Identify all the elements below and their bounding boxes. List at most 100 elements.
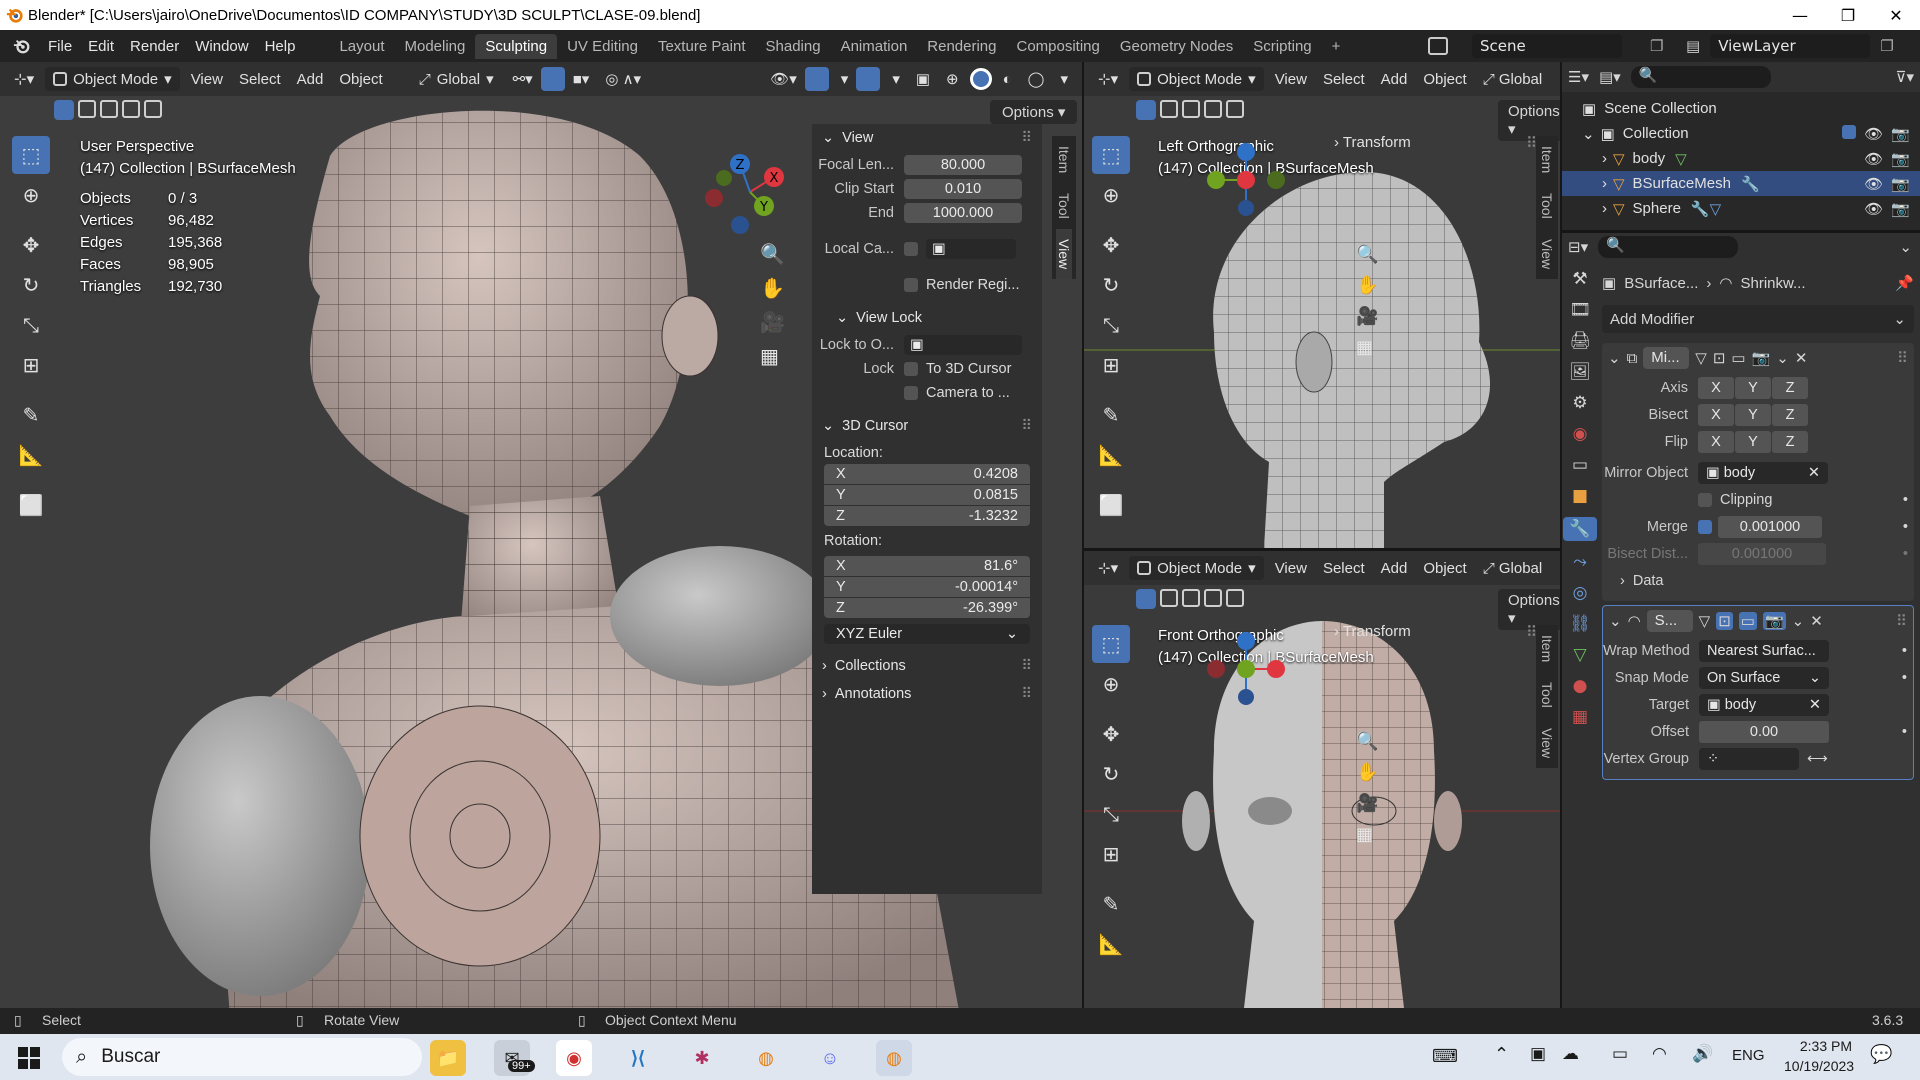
front-mode-dropdown[interactable]: Object Mode ▾ <box>1129 556 1264 580</box>
mirror-axis-y[interactable]: Y <box>1735 376 1771 399</box>
keyboard-icon[interactable]: ⌨ <box>1432 1046 1458 1067</box>
left-move-tool-icon[interactable]: ✥ <box>1092 226 1130 264</box>
front-ortho-viewport[interactable]: ⊹▾ Object Mode ▾ View Select Add Object … <box>1084 551 1560 1008</box>
left-scale-tool-icon[interactable]: ⤡ <box>1092 306 1130 344</box>
mirror-viewport-icon[interactable]: ▭ <box>1731 349 1745 367</box>
shrinkwrap-remove-icon[interactable]: ✕ <box>1810 612 1823 630</box>
rotation-mode-dropdown[interactable]: XYZ Euler ⌄ <box>824 624 1030 644</box>
mirror-cage-icon[interactable]: ⊡ <box>1713 349 1726 367</box>
front-select-extend-icon[interactable] <box>1160 589 1178 607</box>
scene-name[interactable]: Scene <box>1472 33 1622 58</box>
particles-properties-icon[interactable]: ⤳ <box>1573 552 1587 572</box>
menu-edit[interactable]: Edit <box>80 38 122 55</box>
notifications-icon[interactable]: 💬 <box>1870 1044 1892 1065</box>
select-invert-icon[interactable] <box>144 100 162 118</box>
physics-properties-icon[interactable]: ◎ <box>1573 583 1588 603</box>
front-menu-object[interactable]: Object <box>1415 557 1474 580</box>
front-select-intersect-icon[interactable] <box>1204 589 1222 607</box>
texture-properties-icon[interactable]: ▦ <box>1572 707 1588 727</box>
new-scene-icon[interactable]: ❐ <box>1650 37 1663 55</box>
left-select-invert-icon[interactable] <box>1226 100 1244 118</box>
view-layer-selector[interactable]: ▤ ViewLayer ❐ <box>1686 32 1916 59</box>
xray-icon[interactable]: ▣ <box>908 67 938 91</box>
options-dropdown[interactable]: Options ▾ <box>990 100 1078 124</box>
tab-rendering[interactable]: Rendering <box>917 34 1006 59</box>
shrinkwrap-cage-icon[interactable]: ⊡ <box>1716 612 1733 630</box>
render-properties-icon[interactable]: 🎞 <box>1569 300 1591 320</box>
left-menu-view[interactable]: View <box>1267 68 1315 91</box>
outliner-editor-type-icon[interactable]: ☰▾ <box>1568 68 1589 86</box>
windows-start-icon[interactable] <box>18 1047 40 1069</box>
front-move-tool-icon[interactable]: ✥ <box>1092 715 1130 753</box>
shrinkwrap-viewport-icon[interactable]: ▭ <box>1738 612 1757 630</box>
front-navigation-gizmo[interactable] <box>1196 629 1296 719</box>
battery-icon[interactable]: ▭ <box>1612 1044 1628 1064</box>
left-rotate-tool-icon[interactable]: ↻ <box>1092 266 1130 304</box>
taskbar-search-box[interactable]: ⌕ Buscar <box>62 1038 422 1076</box>
left-select-intersect-icon[interactable] <box>1204 100 1222 118</box>
left-menu-object[interactable]: Object <box>1415 68 1474 91</box>
outliner-item-body[interactable]: › ▽ body ▽ 👁 📷 <box>1562 146 1920 171</box>
snap-toggle-icon[interactable] <box>540 67 565 91</box>
collection-render-icon[interactable]: 📷 <box>1891 125 1910 143</box>
mirror-bisect-z[interactable]: Z <box>1772 403 1808 426</box>
left-cursor-tool-icon[interactable]: ⊕ <box>1092 176 1130 214</box>
outliner-item-bsurfacemesh[interactable]: › ▽ BSurfaceMesh 🔧 👁 📷 <box>1562 171 1920 196</box>
cursor-location-z[interactable]: Z -1.3232 <box>824 506 1030 526</box>
rotate-tool-icon[interactable]: ↻ <box>12 266 50 304</box>
menu-help[interactable]: Help <box>257 38 304 55</box>
shading-dropdown-icon[interactable]: ▾ <box>1052 67 1076 91</box>
tab-texture-paint[interactable]: Texture Paint <box>648 34 756 59</box>
render-region-checkbox[interactable] <box>904 278 918 292</box>
sphere-visibility-icon[interactable]: 👁 <box>1864 200 1883 218</box>
sidebar-tab-view[interactable]: View <box>1056 228 1072 280</box>
cursor-section-header[interactable]: ⌄ 3D Cursor ⠿ <box>812 412 1042 440</box>
gizmo-dropdown-icon[interactable]: ▾ <box>833 67 857 91</box>
left-transform-panel[interactable]: › Transform <box>1334 134 1411 151</box>
header-menu-view[interactable]: View <box>183 68 231 91</box>
front-ortho-icon[interactable]: ▦ <box>1356 824 1378 845</box>
clip-start-field[interactable]: 0.010 <box>904 179 1022 199</box>
merge-checkbox[interactable] <box>1698 519 1712 534</box>
mirror-bisect-x[interactable]: X <box>1698 403 1734 426</box>
left-annotate-tool-icon[interactable]: ✎ <box>1092 396 1130 434</box>
vertex-group-invert-icon[interactable]: ⟷ <box>1807 751 1828 767</box>
target-clear-icon[interactable]: ✕ <box>1809 694 1821 716</box>
new-view-layer-icon[interactable]: ❐ <box>1880 37 1893 55</box>
cursor-tool-icon[interactable]: ⊕ <box>12 176 50 214</box>
body-visibility-icon[interactable]: 👁 <box>1864 150 1883 168</box>
view-layer-name[interactable]: ViewLayer <box>1710 33 1871 58</box>
left-navigation-gizmo[interactable] <box>1196 140 1296 230</box>
menu-file[interactable]: File <box>40 38 80 55</box>
data-properties-icon[interactable]: ▽ <box>1573 645 1586 665</box>
offset-field[interactable]: 0.00 <box>1699 720 1829 743</box>
overlay-dropdown-icon[interactable]: ▾ <box>884 67 908 91</box>
sphere-render-icon[interactable]: 📷 <box>1891 200 1910 218</box>
front-measure-tool-icon[interactable]: 📐 <box>1092 925 1130 963</box>
mode-dropdown[interactable]: Object Mode ▾ <box>45 67 180 91</box>
annotate-tool-icon[interactable]: ✎ <box>12 396 50 434</box>
camera-view-icon[interactable]: 🎥 <box>760 310 785 334</box>
mirror-object-field[interactable]: ▣ body ✕ <box>1698 461 1828 484</box>
local-camera-field[interactable]: ▣ <box>926 239 1016 259</box>
mirror-bisect-y[interactable]: Y <box>1735 403 1771 426</box>
orientation-dropdown[interactable]: ⤢ Global ▾ <box>411 67 502 91</box>
pivot-icon[interactable]: ⚯▾ <box>505 67 541 91</box>
tab-geometry-nodes[interactable]: Geometry Nodes <box>1110 34 1243 59</box>
clock[interactable]: 2:33 PM 10/19/2023 <box>1784 1036 1854 1076</box>
tab-sculpting[interactable]: Sculpting <box>475 33 558 59</box>
tray-app-icon[interactable]: ▣ <box>1530 1044 1546 1064</box>
focal-length-field[interactable]: 80.000 <box>904 155 1022 175</box>
tab-scripting[interactable]: Scripting <box>1243 34 1321 59</box>
tab-uv-editing[interactable]: UV Editing <box>557 34 648 59</box>
view-section-header[interactable]: ⌄ View ⠿ <box>812 124 1042 152</box>
tab-shading[interactable]: Shading <box>756 34 831 59</box>
lock-to-cursor-checkbox[interactable] <box>904 362 918 376</box>
left-ortho-viewport[interactable]: ⊹▾ Object Mode ▾ View Select Add Object … <box>1084 62 1560 548</box>
main-viewport[interactable]: ⊹▾ Object Mode ▾ View Select Add Object … <box>0 62 1082 1008</box>
mirror-flip-y[interactable]: Y <box>1735 430 1771 453</box>
front-menu-select[interactable]: Select <box>1315 557 1373 580</box>
menu-render[interactable]: Render <box>122 38 187 55</box>
navigation-gizmo[interactable]: X Y Z <box>700 142 800 242</box>
left-add-cube-tool-icon[interactable]: ⬜ <box>1092 486 1130 524</box>
